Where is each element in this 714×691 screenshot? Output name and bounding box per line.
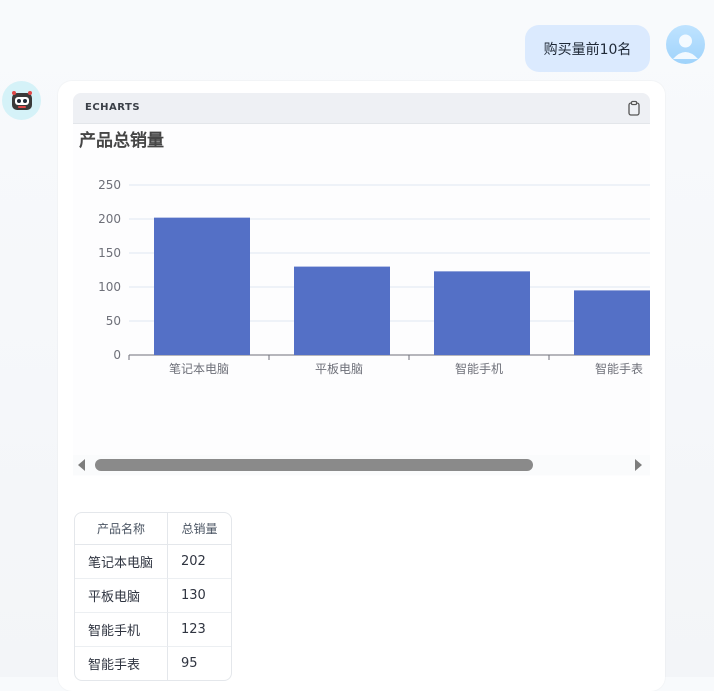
table-header-row: 产品名称 总销量 xyxy=(75,513,231,545)
user-message-text: 购买量前10名 xyxy=(543,41,632,58)
x-tick-label: 笔记本电脑 xyxy=(169,361,229,376)
user-avatar xyxy=(666,25,705,64)
table-row: 平板电脑 130 xyxy=(75,579,231,613)
sales-table: 产品名称 总销量 笔记本电脑 202 平板电脑 130 智能手机 123 智能手… xyxy=(74,512,232,681)
code-block-header: ECHARTS xyxy=(73,93,650,124)
bar xyxy=(294,266,390,355)
scroll-right-arrow-icon[interactable] xyxy=(635,459,642,471)
y-tick-label: 150 xyxy=(98,246,121,260)
robot-icon xyxy=(11,90,32,110)
table-header-cell: 产品名称 xyxy=(75,513,168,545)
chart-container: 产品总销量 0 50 100 150 200 250 笔记本电脑 平板电脑 智能手机 智能手表 xyxy=(73,124,650,476)
x-tick-label: 智能手表 xyxy=(595,361,643,376)
table-cell-sales: 202 xyxy=(168,545,231,579)
table-cell-product: 智能手表 xyxy=(75,647,168,680)
x-tick-label: 平板电脑 xyxy=(315,362,363,376)
table-header-cell: 总销量 xyxy=(168,513,231,545)
table-cell-sales: 130 xyxy=(168,579,231,613)
user-avatar-icon xyxy=(673,34,698,59)
clipboard-icon[interactable] xyxy=(626,100,642,116)
y-tick-label: 100 xyxy=(98,280,121,294)
bar xyxy=(574,290,650,355)
x-tick-label: 智能手机 xyxy=(455,361,503,376)
y-tick-label: 200 xyxy=(98,212,121,226)
scrollbar-thumb[interactable] xyxy=(95,459,533,471)
bar xyxy=(434,271,530,355)
scroll-left-arrow-icon[interactable] xyxy=(78,459,85,471)
assistant-message-card: ECHARTS 产品总销量 0 50 100 150 200 250 笔记本电脑 平板电脑 智能… xyxy=(58,81,665,691)
code-language-label: ECHARTS xyxy=(85,102,141,113)
table-cell-sales: 123 xyxy=(168,613,231,647)
table-cell-product: 平板电脑 xyxy=(75,579,168,613)
table-cell-product: 智能手机 xyxy=(75,613,168,647)
bar xyxy=(154,217,250,355)
y-tick-label: 250 xyxy=(98,178,121,192)
table-row: 笔记本电脑 202 xyxy=(75,545,231,579)
user-message-bubble: 购买量前10名 xyxy=(525,25,650,72)
table-cell-sales: 95 xyxy=(181,656,198,671)
bar-chart: 0 50 100 150 200 250 笔记本电脑 平板电脑 智能手机 智能手表 xyxy=(98,178,650,376)
table-cell-product: 笔记本电脑 xyxy=(75,545,168,579)
y-tick-label: 0 xyxy=(113,348,121,362)
y-tick-label: 50 xyxy=(106,314,121,328)
chart-horizontal-scrollbar[interactable] xyxy=(73,455,650,475)
table-row: 智能手表 95 xyxy=(75,647,231,680)
bot-avatar xyxy=(2,81,41,120)
table-row: 智能手机 123 xyxy=(75,613,231,647)
